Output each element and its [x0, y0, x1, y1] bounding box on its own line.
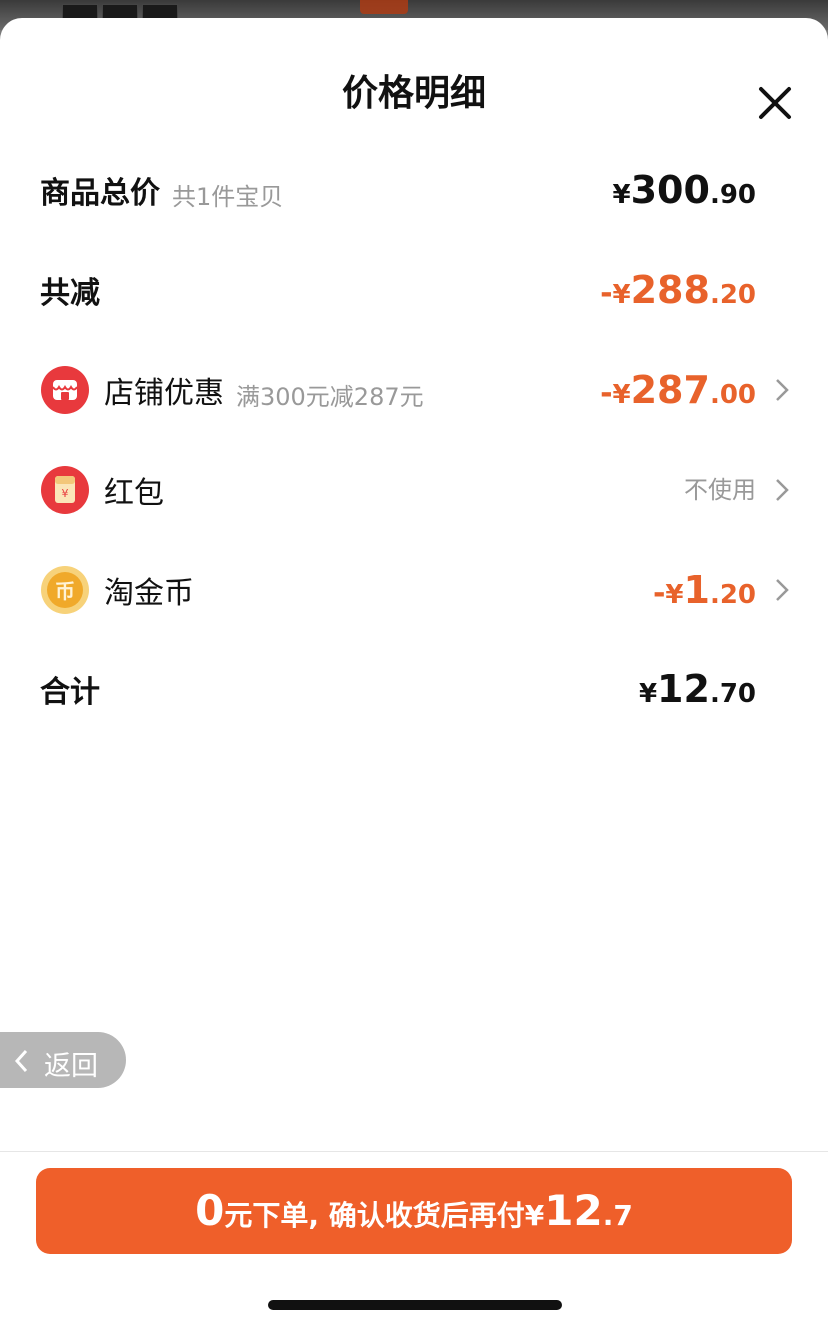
currency-symbol: ¥ — [612, 380, 631, 410]
home-indicator — [268, 1300, 562, 1310]
currency-symbol: ¥ — [638, 679, 658, 709]
gold-coin-row[interactable]: 币 淘金币 -¥1.20 — [0, 560, 828, 620]
gold-coin-amount: -¥1.20 — [653, 571, 756, 609]
total-row: 合计 ¥12.70 — [0, 659, 828, 719]
amount-decimal: .20 — [709, 580, 756, 610]
currency-symbol: ¥ — [612, 280, 631, 310]
discount-label: 共减 — [40, 276, 100, 311]
discount-amount: -¥288.20 — [600, 271, 756, 309]
shop-offer-row[interactable]: 店铺优惠 满300元减287元 -¥287.00 — [0, 360, 828, 420]
subtotal-amount: ¥300.90 — [613, 171, 756, 209]
price-detail-sheet: 价格明细 商品总价 共1件宝贝 ¥300.90 共减 -¥288.20 店铺优惠满… — [0, 18, 828, 1327]
amount-integer: 12 — [657, 667, 710, 711]
amount-integer: 287 — [630, 368, 710, 412]
cta-amount-integer: 12 — [544, 1186, 603, 1235]
svg-text:币: 币 — [55, 579, 75, 603]
subtotal-row: 商品总价 共1件宝贝 ¥300.90 — [0, 160, 828, 220]
background-price — [360, 0, 408, 14]
subtotal-label: 商品总价 共1件宝贝 — [40, 168, 283, 212]
chevron-right-icon — [776, 479, 789, 501]
currency-symbol: ¥ — [612, 180, 631, 210]
total-label: 合计 — [40, 675, 100, 710]
shop-offer-amount: -¥287.00 — [600, 371, 756, 409]
cta-text: 元下单, 确认收货后再付 — [224, 1199, 525, 1232]
currency-symbol: ¥ — [665, 580, 684, 610]
red-packet-icon: ¥ — [41, 466, 89, 514]
svg-text:¥: ¥ — [62, 487, 69, 500]
cta-currency: ¥ — [524, 1199, 545, 1232]
place-order-button[interactable]: 0元下单, 确认收货后再付¥12.7 — [36, 1168, 792, 1254]
back-button-label: 返回 — [44, 1051, 98, 1082]
amount-decimal: .20 — [709, 280, 756, 310]
red-packet-value: 不使用 — [684, 476, 756, 504]
shop-offer-label: 店铺优惠 满300元减287元 — [104, 368, 424, 412]
shop-offer-label-text: 店铺优惠 — [104, 376, 224, 411]
footer-divider — [0, 1151, 828, 1152]
total-amount: ¥12.70 — [639, 670, 756, 708]
shop-offer-rule: 满300元减287元 — [236, 383, 424, 411]
page-title: 价格明细 — [341, 73, 486, 114]
chevron-right-icon — [776, 579, 789, 601]
gold-coin-label: 淘金币 — [104, 576, 194, 611]
amount-decimal: .70 — [709, 679, 756, 709]
close-button[interactable] — [756, 84, 794, 122]
minus-sign: - — [652, 576, 666, 611]
minus-sign: - — [600, 276, 613, 311]
subtotal-label-text: 商品总价 — [40, 176, 160, 211]
red-packet-row[interactable]: ¥ 红包 不使用 — [0, 460, 828, 520]
amount-integer: 300 — [630, 168, 710, 212]
close-icon — [759, 87, 791, 119]
amount-integer: 288 — [630, 268, 710, 312]
back-button[interactable]: 返回 — [0, 1032, 126, 1088]
cta-amount-decimal: .7 — [602, 1199, 633, 1232]
item-count: 共1件宝贝 — [172, 183, 284, 211]
amount-decimal: .90 — [709, 180, 756, 210]
red-packet-label: 红包 — [104, 476, 164, 511]
minus-sign: - — [600, 376, 613, 411]
amount-integer: 1 — [683, 568, 710, 612]
gold-coin-icon: 币 — [41, 566, 89, 614]
chevron-right-icon — [776, 379, 789, 401]
discount-row: 共减 -¥288.20 — [0, 260, 828, 320]
shop-icon — [41, 366, 89, 414]
cta-zero: 0 — [195, 1186, 225, 1235]
chevron-left-icon — [14, 1049, 28, 1073]
amount-decimal: .00 — [709, 380, 756, 410]
